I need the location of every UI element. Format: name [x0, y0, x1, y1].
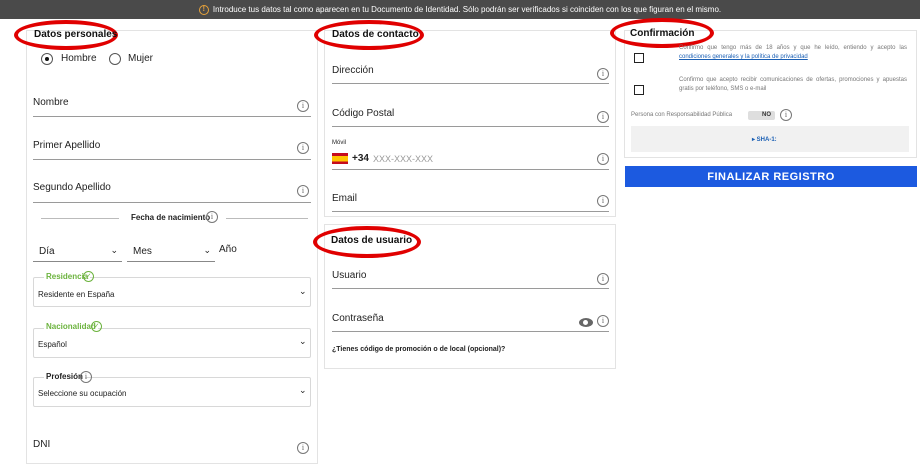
pep-info-icon[interactable]: i: [780, 109, 792, 121]
surname2-field-underline: [33, 202, 311, 203]
residence-value: Residente en España: [38, 290, 115, 299]
dni-field-label[interactable]: DNI: [33, 439, 50, 450]
year-field-label[interactable]: Año: [219, 244, 237, 255]
address-field-label[interactable]: Dirección: [332, 65, 374, 76]
day-select-value: Día: [39, 246, 55, 257]
gender-male-radio[interactable]: [41, 53, 53, 65]
age-terms-text: Confirmo que tengo más de 18 años y que …: [679, 44, 907, 62]
contact-data-title: Datos de contacto: [332, 29, 419, 40]
show-password-icon[interactable]: [579, 318, 593, 327]
chevron-down-icon: ⌄: [299, 286, 307, 296]
surname2-field-label[interactable]: Segundo Apellido: [33, 182, 111, 193]
name-field-label[interactable]: Nombre: [33, 97, 69, 108]
submit-registration-label: FINALIZAR REGISTRO: [707, 170, 835, 183]
communications-checkbox[interactable]: [634, 85, 644, 95]
profession-label: Profesión: [44, 372, 85, 381]
chevron-down-icon: ⌄: [299, 385, 307, 395]
address-info-icon[interactable]: i: [597, 68, 609, 80]
day-select[interactable]: Día ⌄: [33, 242, 122, 262]
email-info-icon[interactable]: i: [597, 195, 609, 207]
age-terms-text-body: Confirmo que tengo más de 18 años y que …: [679, 45, 907, 51]
email-field-label[interactable]: Email: [332, 193, 357, 204]
nationality-select[interactable]: [33, 328, 311, 358]
postal-code-info-icon[interactable]: i: [597, 111, 609, 123]
info-banner: ! Introduce tus datos tal como aparecen …: [0, 0, 920, 19]
chevron-down-icon: ⌄: [299, 336, 307, 346]
gender-male-label: Hombre: [61, 53, 97, 64]
submit-registration-button[interactable]: FINALIZAR REGISTRO: [625, 166, 917, 187]
surname1-field-label[interactable]: Primer Apellido: [33, 140, 100, 151]
surname1-field-underline: [33, 159, 311, 160]
password-info-icon[interactable]: i: [597, 315, 609, 327]
password-field-label[interactable]: Contraseña: [332, 313, 384, 324]
address-field-underline: [332, 83, 609, 84]
age-terms-checkbox[interactable]: [634, 53, 644, 63]
banner-text: Introduce tus datos tal como aparecen en…: [212, 5, 722, 14]
username-field-label[interactable]: Usuario: [332, 270, 366, 281]
spain-flag-icon[interactable]: [332, 153, 348, 164]
nationality-value: Español: [38, 340, 67, 349]
nationality-label: Nacionalidad: [44, 322, 98, 331]
confirmation-title: Confirmación: [630, 28, 695, 39]
mobile-label: Móvil: [332, 140, 347, 146]
gender-female-radio[interactable]: [109, 53, 121, 65]
postal-code-field-underline: [332, 126, 609, 127]
pep-label: Persona con Responsabilidad Pública: [631, 112, 733, 118]
password-field-underline: [332, 331, 609, 332]
surname1-info-icon[interactable]: i: [297, 142, 309, 154]
dni-info-icon[interactable]: i: [297, 442, 309, 454]
chevron-down-icon: ⌄: [203, 245, 211, 255]
personal-data-title: Datos personales: [34, 29, 118, 40]
chevron-down-icon: ⌄: [110, 245, 118, 255]
promo-code-link[interactable]: ¿Tienes código de promoción o de local (…: [332, 346, 505, 353]
birth-date-label: Fecha de nacimiento: [131, 213, 211, 222]
profession-value: Seleccione su ocupación: [38, 389, 127, 398]
username-field-underline: [332, 288, 609, 289]
name-info-icon[interactable]: i: [297, 100, 309, 112]
phone-prefix[interactable]: +34: [352, 153, 369, 164]
gender-female-label: Mujer: [128, 53, 154, 64]
communications-text: Confirmo que acepto recibir comunicacion…: [679, 77, 907, 92]
pep-toggle[interactable]: NO: [748, 111, 775, 120]
month-select[interactable]: Mes ⌄: [127, 242, 215, 262]
terms-privacy-link[interactable]: condiciones generales y la política de p…: [679, 54, 808, 60]
birth-info-icon[interactable]: i: [206, 211, 218, 223]
birth-divider-right: [226, 218, 308, 219]
mobile-info-icon[interactable]: i: [597, 153, 609, 165]
nationality-check-icon: ✓: [91, 321, 102, 332]
month-select-value: Mes: [133, 246, 152, 257]
residence-check-icon: ✓: [83, 271, 94, 282]
email-field-underline: [332, 211, 609, 212]
sha-toggle-label[interactable]: ▸ SHA-1:: [752, 136, 777, 143]
mobile-input[interactable]: XXX-XXX-XXX: [373, 154, 433, 164]
user-data-title: Datos de usuario: [331, 235, 413, 246]
name-field-underline: [33, 116, 311, 117]
postal-code-field-label[interactable]: Código Postal: [332, 108, 394, 119]
profession-info-icon[interactable]: i: [80, 371, 92, 383]
contact-data-panel: [324, 30, 616, 217]
username-info-icon[interactable]: i: [597, 273, 609, 285]
mobile-field-underline: [332, 169, 609, 170]
surname2-info-icon[interactable]: i: [297, 185, 309, 197]
birth-divider-left: [41, 218, 119, 219]
warning-icon: !: [198, 4, 209, 15]
